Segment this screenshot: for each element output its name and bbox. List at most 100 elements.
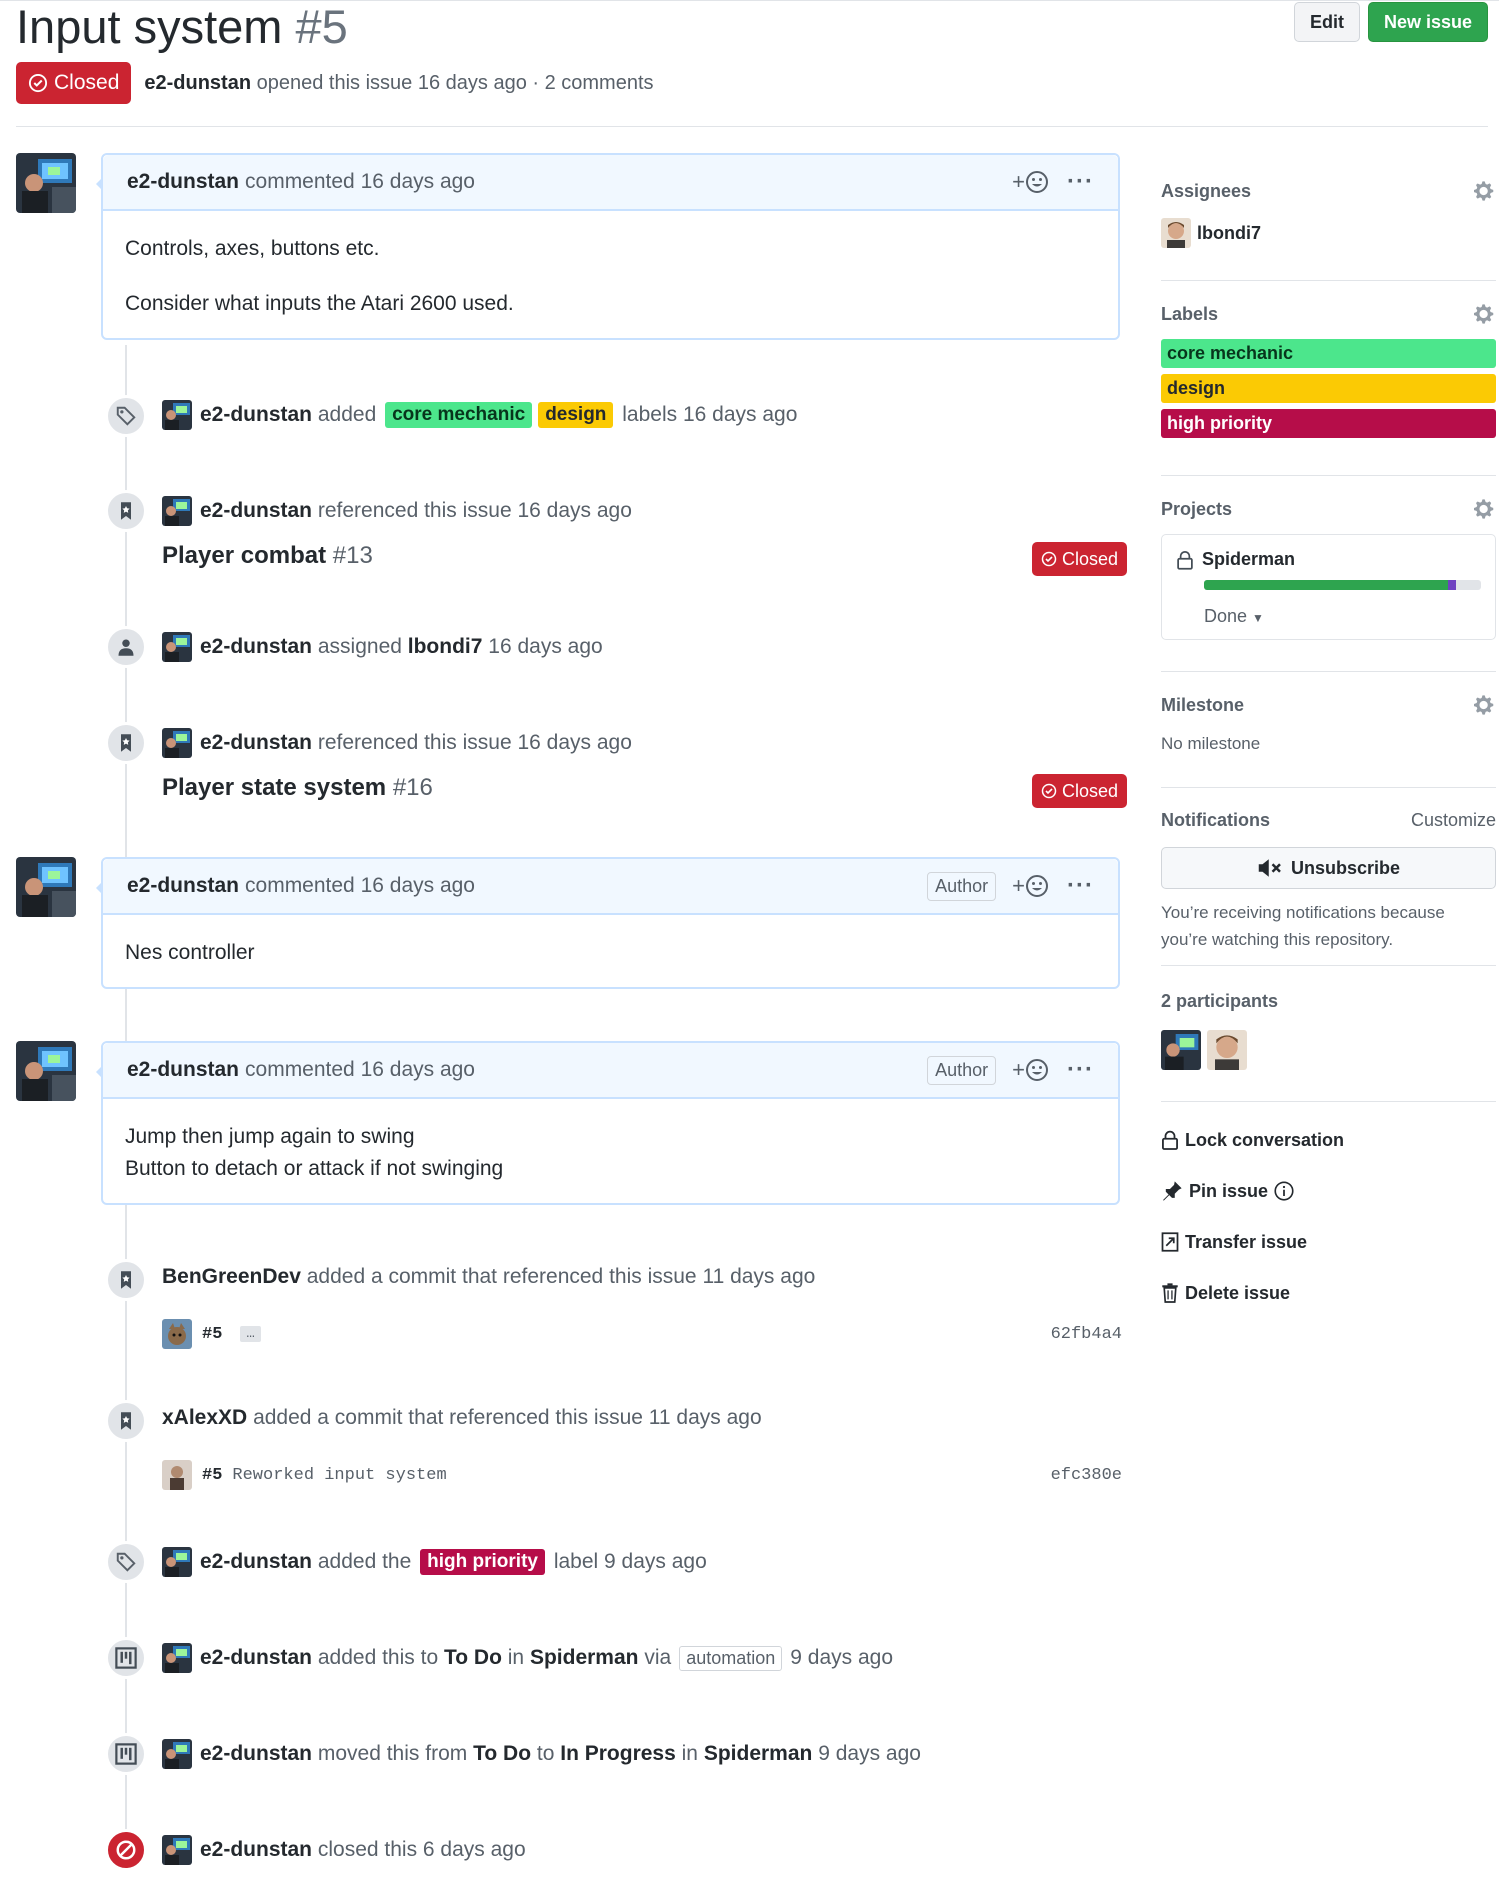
customize-link[interactable]: Customize [1411,810,1496,831]
referenced-issue-link[interactable]: Player combat #13 [162,542,373,570]
comment-author[interactable]: e2-dunstan [127,1058,239,1082]
label-design[interactable]: design [538,402,614,428]
circle-slash-icon [116,1840,136,1860]
comment-line: Button to detach or attack if not swingi… [125,1157,504,1180]
commit-sha[interactable]: efc380e [1051,1466,1122,1485]
expand-commit-button[interactable]: … [240,1326,261,1342]
commit-sha[interactable]: 62fb4a4 [1051,1325,1122,1344]
event-actor[interactable]: BenGreenDev [162,1265,301,1289]
event-verb: added this to [317,1646,439,1669]
projects-header[interactable]: Projects [1161,498,1496,520]
gear-icon[interactable] [1474,180,1496,202]
assignees-header[interactable]: Assignees [1161,180,1496,202]
event-actor[interactable]: e2-dunstan [200,499,312,523]
assignee-link[interactable]: lbondi7 [408,635,483,659]
comment-meta[interactable]: commented 16 days ago [245,170,475,194]
label-core-mechanic[interactable]: core mechanic [385,402,533,428]
event-actor[interactable]: e2-dunstan [200,1646,312,1670]
labels-heading: Labels [1161,303,1219,324]
comment-meta[interactable]: commented 16 days ago [245,874,475,898]
sidebar-label-core-mechanic[interactable]: core mechanic [1161,339,1496,368]
assignee-name: lbondi7 [1197,222,1261,243]
project-event-badge [105,1733,147,1775]
edit-button[interactable]: Edit [1293,2,1360,42]
commit-issue-ref[interactable]: #5 [202,1466,222,1485]
avatar[interactable] [162,1643,192,1673]
sidebar-label-high-priority[interactable]: high priority [1161,409,1496,438]
avatar[interactable] [162,1547,192,1577]
commit-issue-ref[interactable]: #5 [202,1325,222,1344]
sidebar-assignees: Assignees lbondi7 [1161,180,1496,248]
avatar[interactable] [1207,1030,1247,1070]
comment-author[interactable]: e2-dunstan [127,170,239,194]
avatar[interactable] [162,1739,192,1769]
comment-1: e2-dunstan commented 16 days ago + ··· C… [96,153,1120,340]
comment-line: Consider what inputs the Atari 2600 used… [125,292,514,315]
avatar[interactable] [162,1835,192,1865]
avatar[interactable] [1161,1030,1201,1070]
unsubscribe-button[interactable]: Unsubscribe [1161,847,1496,889]
avatar[interactable] [162,1460,192,1490]
new-issue-button[interactable]: New issue [1367,2,1488,42]
comment-author[interactable]: e2-dunstan [127,874,239,898]
project-status-dropdown[interactable]: Done ▼ [1204,606,1481,627]
avatar[interactable] [162,496,192,526]
more-options-icon[interactable]: ··· [1067,872,1094,900]
comment-body: Jump then jump again to swing Button to … [103,1099,1118,1203]
project-name: Spiderman [1202,549,1296,569]
labels-header[interactable]: Labels [1161,303,1496,325]
comment-3: e2-dunstan commented 16 days ago Author … [96,1041,1120,1205]
referenced-issue-link[interactable]: Player state system #16 [162,774,433,802]
add-reaction-button[interactable]: + [1012,169,1049,195]
event-actor[interactable]: e2-dunstan [200,731,312,755]
project-link[interactable]: Spiderman [1176,549,1481,570]
issue-author[interactable]: e2-dunstan [144,72,251,94]
pin-issue-button[interactable]: Pin issue [1161,1178,1496,1204]
more-options-icon[interactable]: ··· [1067,168,1094,196]
avatar[interactable] [16,857,76,917]
event-commit-2: xAlexXD added a commit that referenced t… [162,1406,762,1430]
sidebar-divider [1161,475,1496,476]
notifications-header: Notifications Customize [1161,810,1496,831]
avatar[interactable] [162,1319,192,1349]
gear-icon[interactable] [1474,694,1496,716]
tag-event-badge [105,1541,147,1583]
avatar[interactable] [162,632,192,662]
lock-conversation-button[interactable]: Lock conversation [1161,1127,1496,1153]
add-reaction-button[interactable]: + [1012,1057,1049,1083]
project-icon [115,1743,137,1765]
label-high-priority[interactable]: high priority [420,1549,545,1575]
info-icon[interactable] [1274,1181,1294,1201]
event-referenced-1: e2-dunstan referenced this issue 16 days… [162,496,632,526]
automation-badge: automation [679,1645,783,1671]
pin-label: Pin issue [1189,1180,1269,1201]
event-actor[interactable]: e2-dunstan [200,403,312,427]
event-actor[interactable]: xAlexXD [162,1406,247,1430]
pin-icon [1163,1181,1182,1201]
avatar[interactable] [162,400,192,430]
project-link[interactable]: Spiderman [704,1742,813,1766]
event-actor[interactable]: e2-dunstan [200,1742,312,1766]
gear-icon[interactable] [1474,498,1496,520]
gear-icon[interactable] [1474,303,1496,325]
avatar[interactable] [16,1041,76,1101]
event-verb: added the [317,1550,412,1573]
event-actor[interactable]: e2-dunstan [200,1838,312,1862]
assignee-item[interactable]: lbondi7 [1161,218,1496,248]
add-reaction-button[interactable]: + [1012,873,1049,899]
project-link[interactable]: Spiderman [530,1646,639,1670]
transfer-issue-button[interactable]: Transfer issue [1161,1229,1496,1255]
comment-meta[interactable]: commented 16 days ago [245,1058,475,1082]
delete-issue-button[interactable]: Delete issue [1161,1280,1496,1306]
commit-event-badge [105,1400,147,1442]
event-actor[interactable]: e2-dunstan [200,635,312,659]
more-options-icon[interactable]: ··· [1067,1056,1094,1084]
commit-message[interactable]: Reworked input system [232,1466,446,1485]
sidebar-label-design[interactable]: design [1161,374,1496,403]
avatar[interactable] [16,153,76,213]
milestone-header[interactable]: Milestone [1161,694,1496,716]
event-actor[interactable]: e2-dunstan [200,1550,312,1574]
bookmark-icon [121,734,131,752]
avatar[interactable] [162,728,192,758]
participants-list [1161,1030,1496,1070]
